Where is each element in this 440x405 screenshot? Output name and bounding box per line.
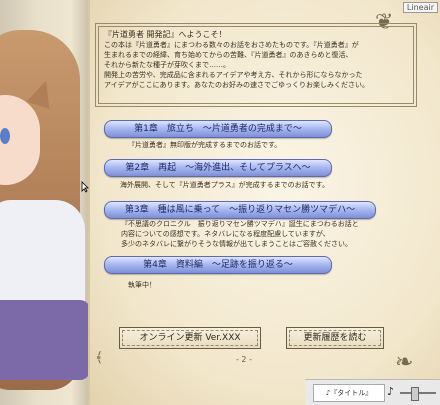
chapter-1-button[interactable]: 第1章 旅立ち ～片道勇者の完成まで～ [104, 120, 332, 138]
audio-bar: ♪『タイトル』 ♪ [305, 379, 440, 405]
intro-line: 生まれるまでの経緯、育ち始めてからの苦難、『片道勇者』のあきらめと復活、 [104, 51, 353, 59]
mouse-cursor-icon [81, 181, 89, 193]
volume-slider[interactable] [400, 387, 436, 401]
corner-ornament-bottom-right: ❧ [395, 350, 414, 375]
left-page-illustration [0, 0, 95, 405]
intro-title: 『片道勇者 開発記』へようこそ！ [104, 30, 227, 39]
chapter-2-button[interactable]: 第2章 再起 ～海外進出、そしてプラスへ～ [104, 159, 332, 177]
bgm-title[interactable]: ♪『タイトル』 [313, 384, 385, 402]
window-badge: Lineair [402, 2, 438, 13]
music-note-icon: ♪ [387, 385, 395, 398]
page-number: - 2 - [236, 355, 252, 364]
button-frame [289, 330, 381, 346]
chapter-3-button[interactable]: 第3章 種は風に乗って ～振り返りマセン勝ツマデハ～ [104, 201, 376, 219]
character-skirt [0, 300, 90, 380]
intro-frame: 『片道勇者 開発記』へようこそ！ この本は『片道勇者』にまつわる数々のお話をおさ… [98, 26, 414, 104]
intro-line: 開発上の苦労や、完成品に含まれるアイデアや考え方、それから形にならなかった [104, 71, 363, 79]
chapter-4-desc: 執筆中！ [128, 281, 156, 289]
corner-ornament-bottom-left: ﴾ [95, 350, 104, 366]
chapter-4-button[interactable]: 第4章 資料編 ～足跡を振り返る～ [104, 256, 332, 274]
intro-line: それから新たな種子が芽吹くまで……。 [104, 61, 230, 69]
button-frame [122, 330, 258, 346]
app-window: ❦ ❧ ﴾ Lineair 『片道勇者 開発記』へようこそ！ この本は『片道勇者… [0, 0, 440, 405]
volume-slider-handle[interactable] [410, 387, 419, 401]
chapter-2-desc: 海外展開、そして『片道勇者プラス』が完成するまでのお話です。 [120, 181, 329, 189]
chapter-3-desc: 多少のネタバレに繋がりそうな情報が出てしまうことはご容赦ください。 [121, 240, 352, 248]
intro-line: アイデアがここにあります。あなたのお好みの速さでごゆっくりお楽しみください。 [104, 81, 369, 89]
intro-line: この本は『片道勇者』にまつわる数々のお話をおさめたものです。『片道勇者』が [104, 41, 359, 49]
chapter-3-desc: 『不思議のクロニクル 振り返りマセン勝ツマデハ』誕生にまつわるお話と [121, 220, 359, 228]
intro-box: 『片道勇者 開発記』へようこそ！ この本は『片道勇者』にまつわる数々のお話をおさ… [95, 23, 417, 107]
update-history-button[interactable]: 更新履歴を読む [286, 327, 384, 349]
chapter-1-desc: 『片道勇者』無印版が完成するまでのお話です。 [128, 141, 282, 149]
chapter-3-desc: 内容についての感想です。ネタバレになる程度配慮していますが、 [121, 230, 330, 238]
character-eye [0, 128, 10, 144]
online-update-button[interactable]: オンライン更新 Ver.XXX [119, 327, 261, 349]
